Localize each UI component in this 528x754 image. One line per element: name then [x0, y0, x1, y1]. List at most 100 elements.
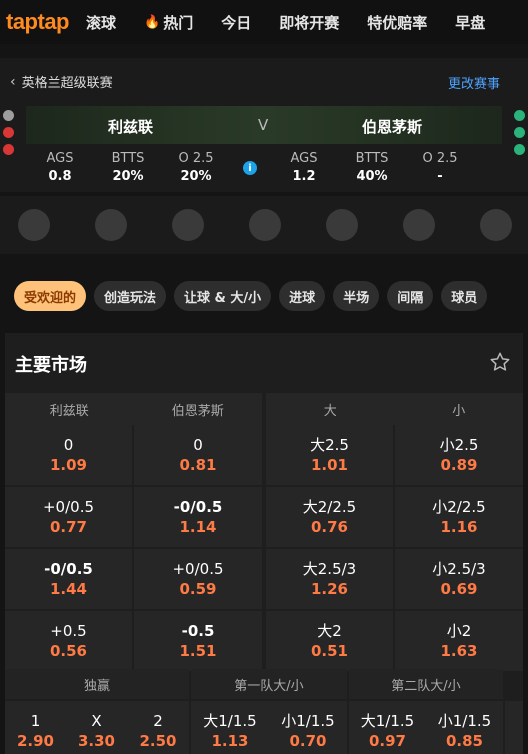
away-handicap-cell[interactable]: 0 0.81	[134, 425, 262, 485]
odds-line: 大2.5	[310, 436, 349, 454]
home-handicap-cell[interactable]: +0/0.5 0.77	[5, 487, 132, 547]
team1-over-cell[interactable]: 大1/1.5 1.13	[191, 701, 269, 754]
team2-under-cell[interactable]: 小1/1.5 0.85	[426, 701, 503, 754]
odds-line: +0.5	[50, 622, 87, 640]
chip-half[interactable]: 半场	[333, 281, 380, 311]
placeholder-circle	[326, 209, 358, 241]
market-title: 主要市场	[15, 355, 87, 376]
nav-upcoming[interactable]: 即将开赛	[279, 12, 339, 33]
under-cell[interactable]: 小2.5 0.89	[395, 425, 523, 485]
chip-handicap-ou[interactable]: 让球 & 大/小	[174, 281, 272, 311]
odds-price: 1.63	[440, 642, 478, 660]
nav-today[interactable]: 今日	[221, 12, 251, 33]
odds-line: X	[91, 712, 102, 730]
nav-boosted-odds[interactable]: 特优赔率	[367, 12, 427, 33]
nav-early[interactable]: 早盘	[455, 12, 485, 33]
market-filter-chips: 受欢迎的 创造玩法 让球 & 大/小 进球 半场 间隔 球员	[0, 280, 528, 312]
win-home-cell[interactable]: 1 2.90	[5, 701, 66, 754]
over-cell[interactable]: 大2.5 1.01	[266, 425, 393, 485]
col-under: 小	[452, 403, 466, 419]
odds-price: 1.14	[179, 518, 217, 536]
odds-line: 大2/2.5	[302, 498, 357, 516]
away-form-dot	[514, 144, 525, 155]
totals-header: 大 小	[266, 393, 523, 425]
away-handicap-cell[interactable]: -0/0.5 1.14	[134, 487, 262, 547]
home-handicap-cell[interactable]: +0.5 0.56	[5, 611, 132, 671]
stats-info[interactable]: i	[230, 161, 270, 175]
chip-interval[interactable]: 间隔	[387, 281, 434, 311]
away-handicap-cell[interactable]: -0.5 1.51	[134, 611, 262, 671]
home-stat-ags: AGS 0.8	[26, 150, 94, 186]
nav-hot-label: 热门	[163, 13, 194, 32]
odds-line: 小1/1.5	[437, 712, 492, 730]
breadcrumb[interactable]: ‹ 英格兰超级联赛	[10, 72, 113, 92]
odds-line: 2	[153, 712, 163, 730]
nav-today-label: 今日	[221, 13, 252, 32]
odds-price: 3.30	[77, 732, 115, 750]
over-cell[interactable]: 大2/2.5 0.76	[266, 487, 393, 547]
loading-circles-row	[0, 196, 528, 254]
home-team-name: 利兹联	[108, 118, 154, 136]
odds-price: 0.81	[179, 456, 217, 474]
win-draw-cell[interactable]: X 3.30	[66, 701, 127, 754]
top-nav: taptap 滚球 🔥 热门 今日 即将开赛 特优赔率 早盘	[0, 0, 528, 44]
nav-boosted-label: 特优赔率	[367, 13, 428, 32]
under-cell[interactable]: 小2.5/3 0.69	[395, 549, 523, 609]
odds-line: 大2.5/3	[302, 560, 357, 578]
odds-line: 小2.5/3	[432, 560, 486, 578]
breadcrumb-bar: ‹ 英格兰超级联赛 更改赛事	[0, 58, 528, 104]
stat-value: 20%	[112, 169, 144, 184]
away-stat-o25: O 2.5 -	[406, 150, 474, 186]
subheader-label: 第一队大/小	[234, 678, 304, 694]
stat-label: O 2.5	[178, 151, 214, 166]
odds-price: 0.69	[440, 580, 478, 598]
col-over: 大	[323, 403, 337, 419]
taptap-logo[interactable]: taptap	[6, 9, 86, 35]
stat-value: 20%	[180, 169, 212, 184]
odds-line: 1	[30, 712, 41, 730]
nav-live-label: 滚球	[86, 13, 117, 32]
under-cell[interactable]: 小2 1.63	[395, 611, 523, 671]
over-cell[interactable]: 大2.5/3 1.26	[266, 549, 393, 609]
odds-line: 小2/2.5	[432, 498, 486, 516]
team1-under-cell[interactable]: 小1/1.5 0.70	[269, 701, 347, 754]
odds-price: 0.70	[289, 732, 327, 750]
odds-price: 1.01	[310, 456, 348, 474]
subheader-label: 独赢	[83, 678, 110, 694]
stat-label: AGS	[290, 151, 318, 166]
info-icon[interactable]: i	[243, 161, 257, 175]
team-stats: AGS 0.8 BTTS 20% O 2.5 20% i AGS 1.2 BTTS 40%…	[26, 146, 502, 190]
odds-price: 0.56	[49, 642, 87, 660]
star-icon[interactable]	[489, 351, 511, 377]
away-form-indicators	[514, 110, 525, 155]
nav-live[interactable]: 滚球	[86, 12, 116, 33]
away-form-dot	[514, 110, 525, 121]
nav-hot[interactable]: 🔥 热门	[144, 12, 193, 33]
nav-upcoming-label: 即将开赛	[279, 13, 340, 32]
win-away-cell[interactable]: 2 2.50	[127, 701, 189, 754]
odds-price: 1.26	[310, 580, 348, 598]
team2-over-cell[interactable]: 大1/1.5 0.97	[349, 701, 426, 754]
home-handicap-cell[interactable]: 0 1.09	[5, 425, 132, 485]
fire-icon: 🔥	[144, 14, 161, 30]
away-handicap-cell[interactable]: +0/0.5 0.59	[134, 549, 262, 609]
match-header: 利兹联 V 伯恩茅斯 AGS 0.8 BTTS 20% O 2.5 20% i AGS…	[0, 104, 528, 192]
odds-line: 0	[193, 436, 203, 454]
chip-players[interactable]: 球员	[441, 281, 488, 311]
odds-line: -0/0.5	[44, 560, 93, 578]
nav-early-label: 早盘	[455, 13, 486, 32]
stat-value: -	[437, 169, 443, 184]
home-handicap-cell[interactable]: -0/0.5 1.44	[5, 549, 132, 609]
stat-label: AGS	[46, 151, 74, 166]
stat-value: 1.2	[292, 169, 316, 184]
over-cell[interactable]: 大2 0.51	[266, 611, 393, 671]
odds-price: 0.77	[49, 518, 87, 536]
odds-line: -0.5	[181, 622, 215, 640]
change-match-link[interactable]: 更改赛事	[448, 73, 500, 92]
stat-label: BTTS	[111, 151, 145, 166]
under-cell[interactable]: 小2/2.5 1.16	[395, 487, 523, 547]
chip-bet-builder[interactable]: 创造玩法	[94, 281, 167, 311]
chip-popular[interactable]: 受欢迎的	[14, 281, 87, 311]
odds-price: 2.90	[16, 732, 54, 750]
chip-goals[interactable]: 进球	[279, 281, 326, 311]
